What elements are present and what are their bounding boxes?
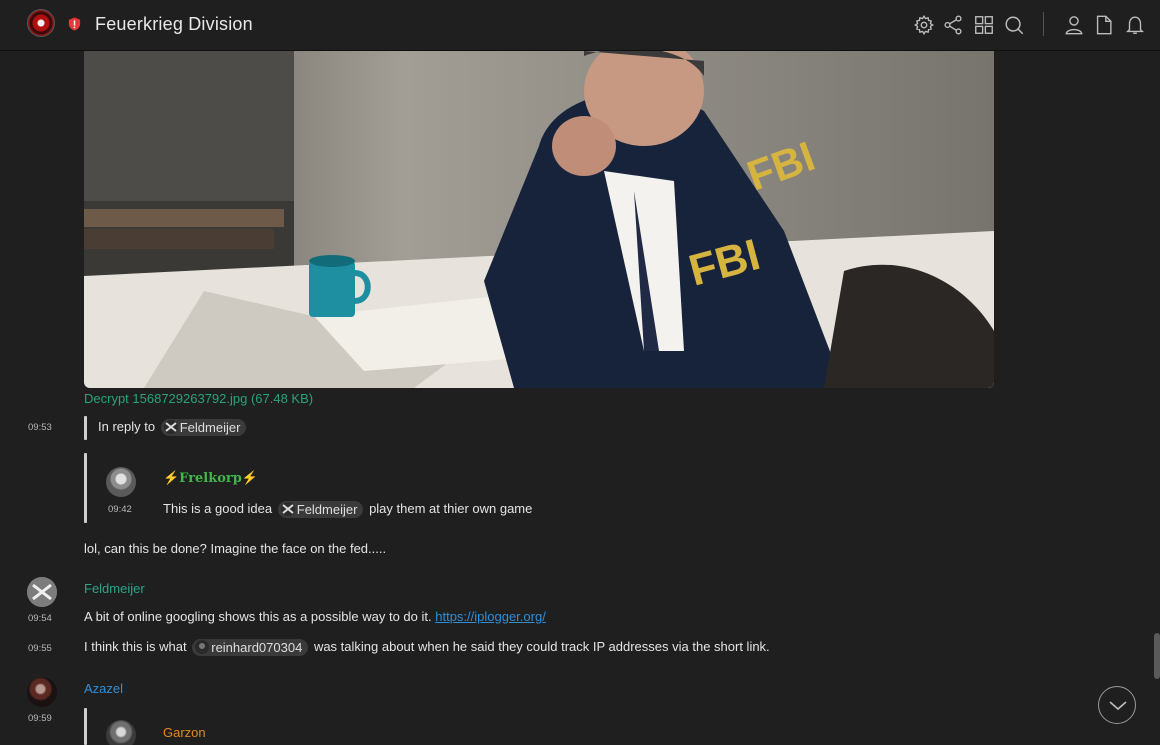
search-icon[interactable]	[1003, 14, 1025, 36]
feldmeijer-avatar[interactable]	[27, 577, 57, 607]
iplogger-link[interactable]: https://iplogger.org/	[435, 609, 546, 624]
user-icon[interactable]	[1063, 14, 1085, 36]
azazel-avatar[interactable]	[27, 677, 57, 707]
quoted-message-bar	[84, 453, 87, 523]
feldmeijer-name[interactable]: Feldmeijer	[84, 581, 145, 596]
share-icon[interactable]	[942, 14, 964, 36]
room-avatar[interactable]	[27, 9, 55, 37]
message-timestamp: 09:55	[28, 643, 52, 654]
user-pill-avatar	[195, 640, 210, 655]
message-timestamp: 09:54	[28, 613, 52, 624]
shield-warning-icon	[68, 17, 81, 31]
user-pill-feldmeijer[interactable]: Feldmeijer	[160, 419, 247, 437]
reply-quote-bar	[84, 416, 87, 440]
message-text-after: was talking about when he said they coul…	[313, 639, 770, 654]
in-reply-to-label: In reply to	[98, 419, 156, 434]
message-body: A bit of online googling shows this as a…	[84, 609, 546, 624]
user-pill-feldmeijer[interactable]: Feldmeijer	[277, 501, 364, 519]
room-header: Feuerkrieg Division	[0, 0, 1160, 51]
frelkorp-name[interactable]: ⚡Frelkorp⚡	[163, 471, 258, 486]
user-pill-name: Feldmeijer	[179, 420, 241, 436]
user-pill-name: Feldmeijer	[296, 502, 358, 518]
image-attachment[interactable]: FBI FBI	[84, 51, 994, 388]
file-icon[interactable]	[1093, 14, 1115, 36]
garzon-avatar[interactable]	[106, 720, 136, 745]
message-body: lol, can this be done? Imagine the face …	[84, 541, 387, 556]
quoted-timestamp: 09:42	[108, 504, 132, 515]
timeline-scrollbar[interactable]	[1154, 633, 1160, 679]
message-body: I think this is what reinhard070304 was …	[84, 639, 770, 657]
user-pill-avatar	[163, 420, 178, 435]
apps-grid-icon[interactable]	[973, 14, 995, 36]
bell-icon[interactable]	[1124, 14, 1146, 36]
message-text: A bit of online googling shows this as a…	[84, 609, 432, 624]
room-title: Feuerkrieg Division	[95, 14, 253, 34]
chevron-down-icon	[1109, 701, 1127, 711]
scroll-to-bottom-button[interactable]	[1098, 686, 1136, 724]
settings-icon[interactable]	[913, 14, 935, 36]
in-reply-to-line: In reply to Feldmeijer	[98, 419, 248, 437]
quoted-text-before: This is a good idea	[163, 501, 273, 516]
quoted-message-text: This is a good idea Feldmeijer play them…	[163, 501, 533, 519]
message-timeline: FBI FBI Decrypt 1568729263792.jpg (67.48…	[0, 51, 1160, 745]
azazel-name[interactable]: Azazel	[84, 681, 123, 696]
message-timestamp: 09:53	[28, 422, 52, 433]
user-pill-reinhard[interactable]: reinhard070304	[192, 639, 309, 657]
message-text-before: I think this is what	[84, 639, 187, 654]
user-pill-avatar	[280, 502, 295, 517]
header-divider	[1043, 12, 1044, 36]
crossed-swords-icon	[27, 577, 57, 607]
user-pill-name: reinhard070304	[211, 640, 303, 656]
message-timestamp: 09:59	[28, 713, 52, 724]
attachment-file-link[interactable]: Decrypt 1568729263792.jpg (67.48 KB)	[84, 391, 313, 406]
garzon-name[interactable]: Garzon	[163, 725, 206, 740]
frelkorp-avatar[interactable]	[106, 467, 136, 497]
quoted-message-bar	[84, 708, 87, 745]
attachment-photo: FBI FBI	[84, 51, 994, 388]
quoted-text-after: play them at thier own game	[369, 501, 533, 516]
